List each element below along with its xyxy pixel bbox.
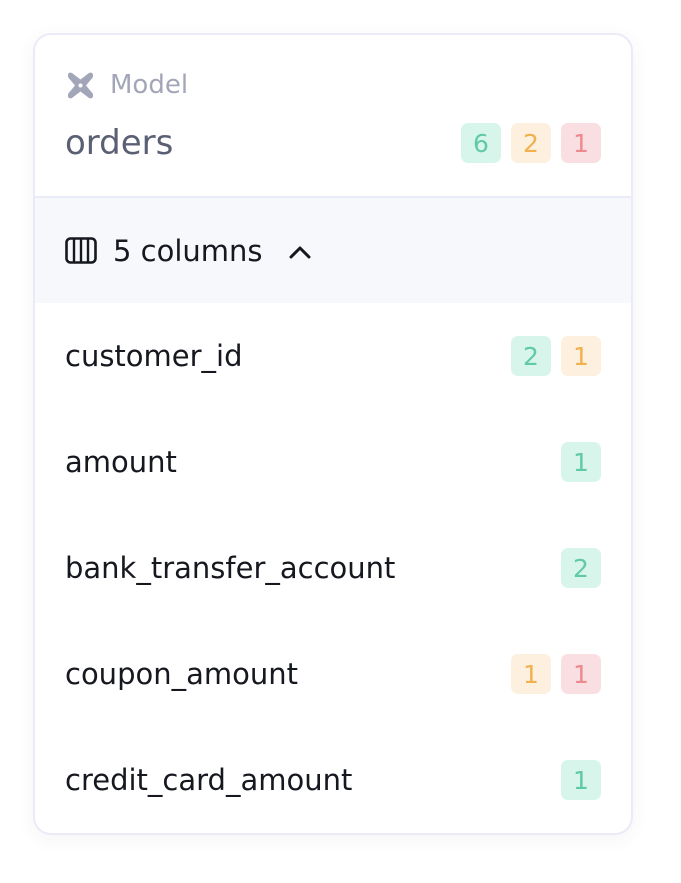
status-badge-pass: 1 bbox=[561, 760, 601, 800]
column-name: bank_transfer_account bbox=[65, 551, 396, 585]
column-name: customer_id bbox=[65, 339, 243, 373]
dbt-model-icon bbox=[65, 70, 96, 101]
model-card: Model orders 6 2 1 5 columns customer_id bbox=[33, 33, 633, 835]
columns-icon bbox=[65, 237, 97, 264]
column-badges: 2 bbox=[561, 548, 601, 588]
model-header[interactable]: Model orders 6 2 1 bbox=[35, 35, 631, 198]
column-badges: 1 bbox=[561, 442, 601, 482]
model-type-row: Model bbox=[65, 69, 188, 101]
column-row-customer-id[interactable]: customer_id 2 1 bbox=[35, 303, 631, 409]
column-name: amount bbox=[65, 445, 177, 479]
column-name: credit_card_amount bbox=[65, 763, 353, 797]
column-name: coupon_amount bbox=[65, 657, 298, 691]
column-badges: 2 1 bbox=[511, 336, 601, 376]
column-row-bank-transfer-account[interactable]: bank_transfer_account 2 bbox=[35, 515, 631, 621]
column-row-credit-card-amount[interactable]: credit_card_amount 1 bbox=[35, 727, 631, 833]
model-name: orders bbox=[65, 123, 174, 163]
status-badge-pass: 6 bbox=[461, 123, 501, 163]
status-badge-error: 1 bbox=[561, 654, 601, 694]
status-badge-warn: 1 bbox=[511, 654, 551, 694]
column-row-coupon-amount[interactable]: coupon_amount 1 1 bbox=[35, 621, 631, 727]
column-badges: 1 bbox=[561, 760, 601, 800]
status-badge-error: 1 bbox=[561, 123, 601, 163]
status-badge-pass: 2 bbox=[511, 336, 551, 376]
model-badges: 6 2 1 bbox=[461, 123, 601, 163]
column-row-amount[interactable]: amount 1 bbox=[35, 409, 631, 515]
status-badge-pass: 1 bbox=[561, 442, 601, 482]
status-badge-warn: 2 bbox=[511, 123, 551, 163]
status-badge-warn: 1 bbox=[561, 336, 601, 376]
columns-toggle[interactable]: 5 columns bbox=[35, 198, 631, 303]
chevron-up-icon[interactable] bbox=[289, 244, 311, 258]
column-badges: 1 1 bbox=[511, 654, 601, 694]
status-badge-pass: 2 bbox=[561, 548, 601, 588]
columns-count-label: 5 columns bbox=[113, 233, 263, 268]
model-type-label: Model bbox=[110, 70, 189, 100]
